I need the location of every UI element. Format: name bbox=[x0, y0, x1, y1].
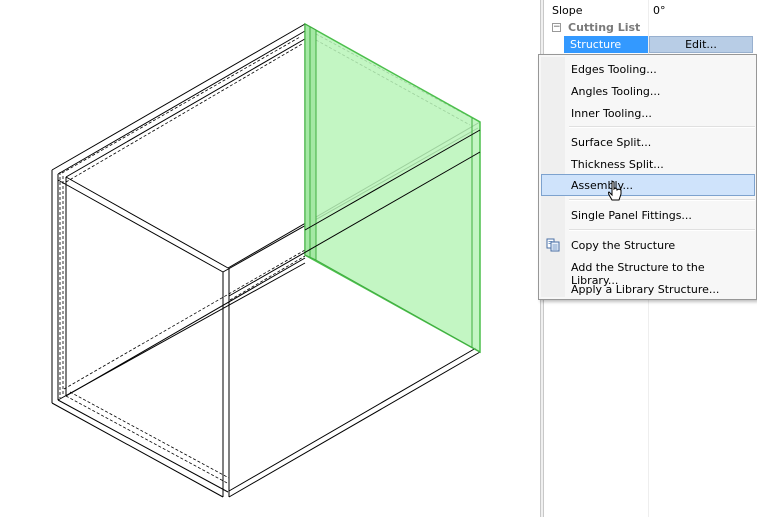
property-row-slope[interactable]: Slope 0° bbox=[544, 2, 757, 19]
property-name: Slope bbox=[552, 4, 583, 17]
menu-item-copy-structure[interactable]: Copy the Structure bbox=[541, 234, 755, 256]
3d-viewport[interactable] bbox=[0, 0, 540, 517]
category-cutting-list[interactable]: − Cutting List bbox=[544, 19, 757, 36]
cabinet-drawing bbox=[51, 22, 481, 498]
collapse-icon[interactable]: − bbox=[552, 23, 561, 32]
property-row-structure[interactable]: Structure Edit... bbox=[544, 36, 757, 53]
menu-item-apply-library-structure[interactable]: Apply a Library Structure... bbox=[541, 278, 755, 300]
menu-separator bbox=[569, 199, 755, 201]
menu-item-label: Thickness Split... bbox=[571, 158, 664, 171]
menu-item-label: Angles Tooling... bbox=[571, 85, 661, 98]
menu-item-angles-tooling[interactable]: Angles Tooling... bbox=[541, 80, 755, 102]
menu-item-label: Single Panel Fittings... bbox=[571, 209, 692, 222]
menu-item-add-structure-to-library[interactable]: Add the Structure to the Library... bbox=[541, 256, 755, 287]
property-name: Structure bbox=[570, 38, 622, 51]
category-label: Cutting List bbox=[568, 21, 641, 34]
menu-item-assembly[interactable]: Assembly... bbox=[541, 174, 755, 196]
menu-separator bbox=[569, 126, 755, 128]
menu-item-label: Inner Tooling... bbox=[571, 107, 652, 120]
context-menu: Edges Tooling... Angles Tooling... Inner… bbox=[538, 54, 757, 300]
menu-item-surface-split[interactable]: Surface Split... bbox=[541, 131, 755, 153]
mouse-pointer-icon bbox=[608, 180, 622, 201]
menu-item-label: Copy the Structure bbox=[571, 239, 676, 252]
menu-item-label: Surface Split... bbox=[571, 136, 652, 149]
menu-item-label: Apply a Library Structure... bbox=[571, 283, 720, 296]
menu-item-inner-tooling[interactable]: Inner Tooling... bbox=[541, 102, 755, 124]
menu-item-thickness-split[interactable]: Thickness Split... bbox=[541, 153, 755, 175]
menu-item-single-panel-fittings[interactable]: Single Panel Fittings... bbox=[541, 204, 755, 226]
structure-name-cell[interactable]: Structure bbox=[564, 36, 648, 53]
property-value: 0° bbox=[653, 4, 666, 17]
selected-side-panel bbox=[304, 22, 481, 354]
menu-item-edges-tooling[interactable]: Edges Tooling... bbox=[541, 58, 755, 80]
menu-separator bbox=[569, 229, 755, 231]
menu-item-label: Edges Tooling... bbox=[571, 63, 657, 76]
edit-button[interactable]: Edit... bbox=[649, 36, 753, 53]
copy-icon bbox=[546, 238, 560, 252]
menu-item-label: Assembly... bbox=[571, 179, 633, 192]
